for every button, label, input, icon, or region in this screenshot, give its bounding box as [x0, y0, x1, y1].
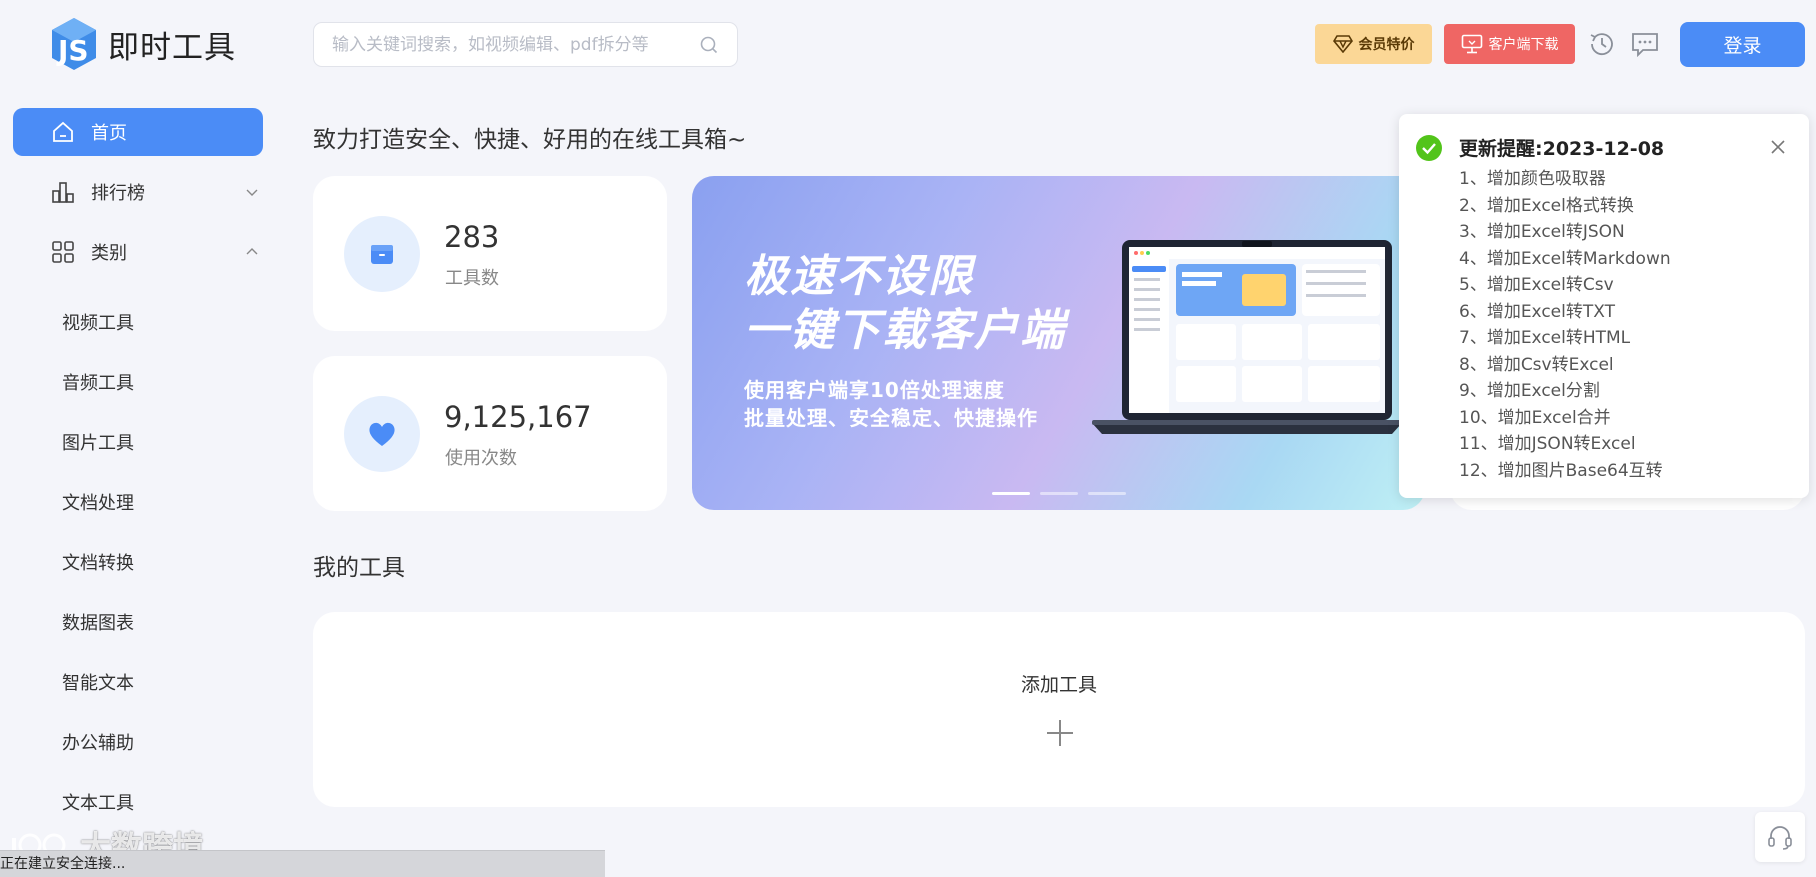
- notification-item: 7、增加Excel转HTML: [1459, 328, 1631, 348]
- login-button[interactable]: 登录: [1680, 22, 1805, 67]
- stat-icon-wrap: [344, 396, 420, 472]
- search-input[interactable]: [332, 34, 699, 55]
- logo-mark-icon: JS: [52, 18, 96, 70]
- browser-status-bar: 正在建立安全连接...: [0, 850, 605, 877]
- sidebar-sub-office[interactable]: 办公辅助: [62, 730, 134, 758]
- chevron-up-icon: [246, 248, 258, 255]
- carousel-dot[interactable]: [1088, 492, 1126, 495]
- notification-item: 12、增加图片Base64互转: [1459, 460, 1663, 481]
- notification-item: 6、增加Excel转TXT: [1459, 301, 1615, 322]
- notification-item: 3、增加Excel转JSON: [1459, 222, 1625, 242]
- notification-item: 2、增加Excel格式转换: [1459, 195, 1634, 216]
- plus-icon[interactable]: [1045, 718, 1075, 748]
- notification-item: 11、增加JSON转Excel: [1459, 434, 1636, 454]
- stat-card-tools: 283 工具数: [313, 176, 667, 331]
- sidebar-item-home[interactable]: 首页: [13, 108, 263, 156]
- notification-item: 1、增加颜色吸取器: [1459, 169, 1606, 189]
- bar-chart-icon: [52, 182, 74, 203]
- sidebar-sub-video[interactable]: 视频工具: [62, 310, 134, 338]
- notification-item: 9、增加Excel分割: [1459, 381, 1600, 401]
- monitor-icon: [1461, 34, 1482, 54]
- message-icon[interactable]: [1630, 29, 1660, 59]
- notification-item: 4、增加Excel转Markdown: [1459, 248, 1671, 269]
- laptop-illustration: [1092, 240, 1402, 434]
- usage-count-value: 9,125,167: [444, 400, 592, 434]
- svg-text:JS: JS: [56, 34, 89, 67]
- stat-card-usage: 9,125,167 使用次数: [313, 356, 667, 511]
- search-box[interactable]: [313, 22, 738, 67]
- add-tool-card[interactable]: 添加工具: [313, 612, 1805, 807]
- chevron-down-icon: [246, 189, 258, 196]
- tool-count-label: 工具数: [445, 268, 499, 289]
- client-download-button[interactable]: 客户端下载: [1444, 24, 1575, 64]
- sidebar-item-label: 类别: [91, 243, 127, 264]
- my-tools-title: 我的工具: [313, 555, 405, 581]
- sidebar-item-label: 首页: [91, 123, 127, 144]
- banner-title-line2: 一键下载客户端: [744, 305, 1066, 356]
- logo-text: 即时工具: [108, 29, 236, 66]
- carousel-dot[interactable]: [992, 492, 1030, 495]
- close-icon[interactable]: [1769, 138, 1787, 156]
- sidebar-item-label: 排行榜: [91, 183, 145, 204]
- grid-icon: [52, 241, 74, 263]
- notification-title: 更新提醒:2023-12-08: [1459, 138, 1665, 160]
- notification-item: 5、增加Excel转Csv: [1459, 275, 1614, 295]
- history-icon[interactable]: [1587, 29, 1617, 59]
- update-notification: 更新提醒:2023-12-08 1、增加颜色吸取器 2、增加Excel格式转换 …: [1399, 114, 1809, 498]
- sidebar-sub-doc-process[interactable]: 文档处理: [62, 490, 134, 518]
- client-download-label: 客户端下载: [1488, 37, 1559, 53]
- tool-count-value: 283: [444, 220, 500, 254]
- usage-count-label: 使用次数: [445, 448, 517, 469]
- page-tagline: 致力打造安全、快捷、好用的在线工具箱~: [313, 127, 747, 153]
- vip-offer-label: 会员特价: [1358, 37, 1415, 53]
- add-tool-label: 添加工具: [1020, 674, 1097, 696]
- notification-item: 10、增加Excel合并: [1459, 407, 1611, 428]
- top-header: JS 即时工具 会员特价 客户端下载: [0, 0, 1816, 88]
- headset-icon: [1768, 826, 1792, 850]
- heart-icon: [369, 422, 395, 446]
- customer-support-button[interactable]: [1755, 812, 1805, 862]
- success-check-icon: [1416, 135, 1442, 161]
- diamond-icon: [1332, 35, 1353, 53]
- carousel-dot[interactable]: [1040, 492, 1078, 495]
- sidebar-item-category[interactable]: 类别: [13, 228, 263, 276]
- sidebar-sub-image[interactable]: 图片工具: [62, 430, 134, 458]
- notification-list: 1、增加颜色吸取器 2、增加Excel格式转换 3、增加Excel转JSON 4…: [1459, 166, 1671, 484]
- banner-subtitle-line2: 批量处理、安全稳定、快捷操作: [744, 406, 1038, 430]
- sidebar: 首页 排行榜 类别 视频工具 音频工具 图片工具 文档处理 文档转换 数据图表 …: [0, 88, 270, 877]
- notification-item: 8、增加Csv转Excel: [1459, 354, 1614, 375]
- sidebar-sub-doc-convert[interactable]: 文档转换: [62, 550, 134, 578]
- sidebar-item-ranking[interactable]: 排行榜: [13, 168, 263, 216]
- sidebar-sub-text-tools[interactable]: 文本工具: [62, 790, 134, 818]
- sidebar-sub-audio[interactable]: 音频工具: [62, 370, 134, 398]
- sidebar-sub-smart-text[interactable]: 智能文本: [62, 670, 134, 698]
- home-icon: [53, 121, 73, 142]
- promo-banner[interactable]: 极速不设限 一键下载客户端 使用客户端享10倍处理速度 批量处理、安全稳定、快捷…: [692, 176, 1425, 510]
- sidebar-sub-data-chart[interactable]: 数据图表: [62, 610, 134, 638]
- search-icon[interactable]: [699, 35, 719, 55]
- vip-offer-button[interactable]: 会员特价: [1315, 24, 1432, 64]
- stat-icon-wrap: [344, 216, 420, 292]
- box-icon: [371, 245, 393, 264]
- banner-subtitle-line1: 使用客户端享10倍处理速度: [744, 378, 1005, 402]
- app-logo[interactable]: JS 即时工具: [48, 16, 236, 72]
- carousel-dots: [992, 492, 1126, 495]
